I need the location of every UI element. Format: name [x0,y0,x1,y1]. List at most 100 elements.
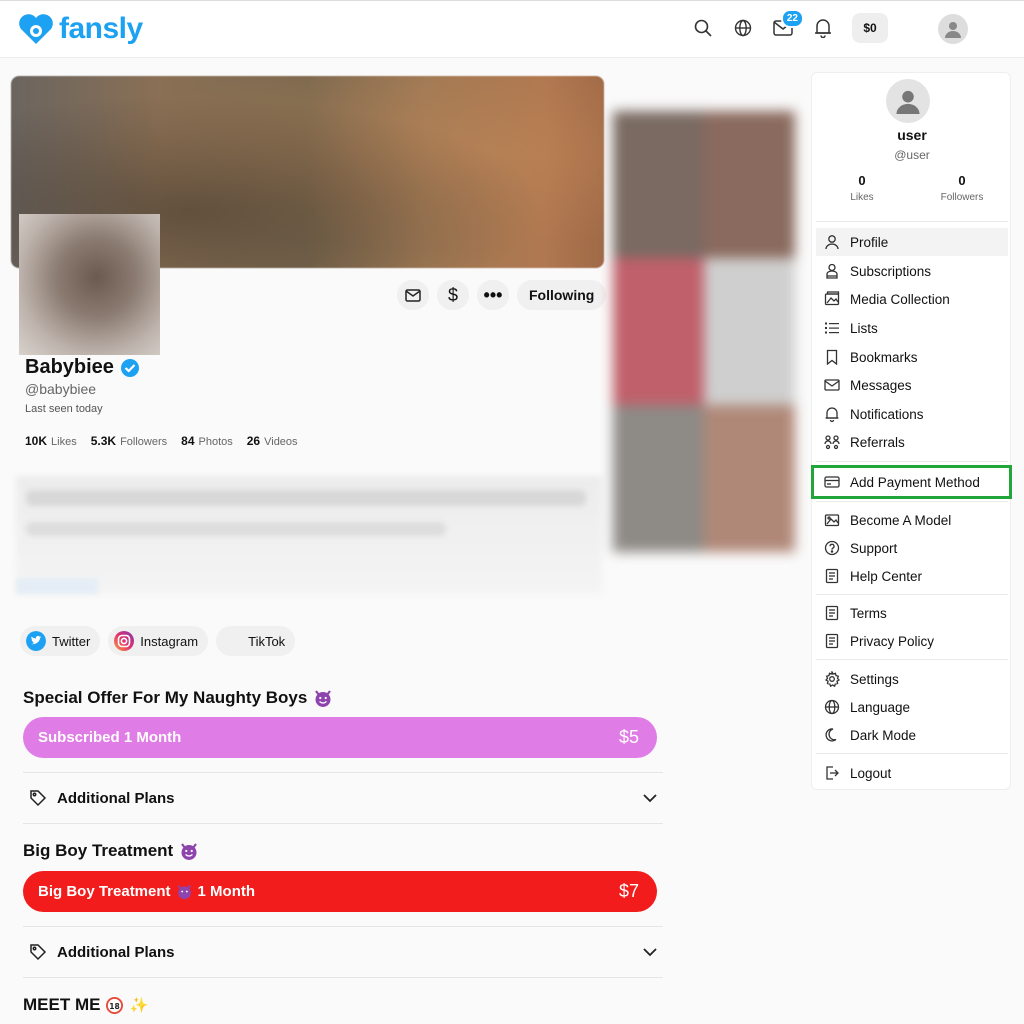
list-icon [825,322,839,334]
more-icon: ••• [483,284,503,305]
mail-icon [824,379,840,391]
subscriptions-icon [826,263,838,279]
bio-text-blurred [16,476,602,594]
verified-icon [120,358,139,377]
menu-item-become-a-model[interactable]: Become A Model [816,506,1008,534]
menu-item-privacy-policy[interactable]: Privacy Policy [816,627,1008,655]
menu-item-language[interactable]: Language [816,693,1008,721]
person-icon [825,235,839,250]
menu-item-add-payment-method[interactable]: Add Payment Method [811,465,1012,499]
tiktok-label: TikTok [248,633,286,649]
gear-icon [824,671,840,687]
sparkles-icon: ✨ [129,997,149,1014]
tip-button[interactable]: $ [437,280,469,310]
messages-badge: 22 [780,9,804,28]
menu-item-settings[interactable]: Settings [816,665,1008,693]
profile-stats: 10K Likes 5.3K Followers 84 Photos 26 Videos [25,434,298,448]
media-preview-blurred[interactable] [613,111,795,552]
wallet-balance[interactable]: $0 [852,13,888,43]
menu-item-dark-mode[interactable]: Dark Mode [816,721,1008,749]
tiktok-link[interactable]: TikTok [216,626,296,656]
plan-price: $5 [618,727,639,747]
offer-title-naughty: Special Offer For My Naughty Boys [23,688,333,708]
offer-title-bigboy: Big Boy Treatment [23,841,199,861]
menu-likes: 0 Likes [850,173,874,203]
bell-icon[interactable] [812,17,834,39]
logo[interactable]: fansly [17,11,143,47]
additional-plans-label: Additional Plans [57,943,175,961]
fansly-logo-icon [19,14,53,44]
menu-item-logout[interactable]: Logout [816,759,1008,787]
brand-name: fansly [59,12,143,45]
media-icon [824,291,840,306]
menu-avatar[interactable] [886,79,930,123]
messages-icon[interactable]: 22 [772,9,804,39]
menu-item-media-collection[interactable]: Media Collection [816,285,1008,313]
chevron-down-icon [643,794,657,803]
devil-emoji-icon [315,690,332,707]
bio-link-blurred [16,578,98,594]
search-icon[interactable] [692,17,714,39]
menu-item-help-center[interactable]: Help Center [816,562,1008,590]
menu-item-profile[interactable]: Profile [816,228,1008,256]
profile-name: Babybiee [25,356,114,378]
top-bar: fansly 22 $0 [0,0,1024,58]
menu-username: user [897,127,927,143]
menu-item-subscriptions[interactable]: Subscriptions [816,257,1008,285]
document-icon [825,605,839,621]
mail-icon [405,288,421,302]
additional-plans-toggle-2[interactable]: Additional Plans [23,926,663,978]
twitter-icon [26,631,46,651]
twitter-label: Twitter [52,633,91,649]
bigboy-plan-button[interactable]: Big Boy Treatment 1 Month $7 [23,871,657,912]
more-options-button[interactable]: ••• [477,280,509,310]
menu-handle: @user [894,148,930,162]
document-icon [825,633,839,649]
profile-name-row: Babybiee [25,356,140,379]
plan-label-row: Big Boy Treatment 1 Month [38,883,256,900]
svg-text:18: 18 [110,1001,121,1010]
profile-handle: @babybiee [25,381,97,397]
plan-label: Subscribed 1 Month [38,729,182,746]
tag-icon [30,944,47,961]
logout-icon [826,766,839,780]
menu-item-support[interactable]: Support [816,534,1008,562]
globe-icon [824,699,840,715]
message-button[interactable] [397,280,429,310]
stat-likes: 10K Likes [25,434,77,448]
menu-item-notifications[interactable]: Notifications [816,400,1008,428]
stat-videos: 26 Videos [246,434,298,448]
meet-me-title: MEET ME 18 ✨ [23,995,149,1014]
account-menu: user @user 0 Likes 0 Followers Profile S… [811,72,1012,790]
tag-icon [30,790,47,807]
card-icon [824,476,840,488]
moon-icon [825,728,837,742]
instagram-icon [114,631,135,651]
devil-emoji-icon [181,843,198,860]
menu-item-terms[interactable]: Terms [816,599,1008,627]
bell-icon [825,407,839,422]
dollar-icon: $ [447,284,458,305]
globe-icon[interactable] [732,17,754,39]
following-button[interactable]: Following [517,280,607,310]
bookmark-icon [826,349,838,365]
menu-item-bookmarks[interactable]: Bookmarks [816,343,1008,371]
user-avatar[interactable] [938,14,968,44]
additional-plans-toggle[interactable]: Additional Plans [23,772,663,824]
menu-item-messages[interactable]: Messages [816,371,1008,399]
model-icon [824,514,840,527]
subscribe-plan-button[interactable]: Subscribed 1 Month $5 [23,717,657,758]
menu-item-lists[interactable]: Lists [816,314,1008,342]
chevron-down-icon [643,948,657,957]
age-18-icon: 18 [106,996,124,1014]
help-icon [824,540,840,556]
plan-price: $7 [618,881,639,901]
menu-item-referrals[interactable]: Referrals [816,428,1008,456]
last-seen: Last seen today [25,403,103,415]
devil-emoji-icon [177,884,191,900]
instagram-link[interactable]: Instagram [108,626,209,656]
profile-picture[interactable] [19,214,160,355]
twitter-link[interactable]: Twitter [20,626,101,656]
referrals-icon [824,435,840,450]
menu-followers: 0 Followers [940,173,984,203]
